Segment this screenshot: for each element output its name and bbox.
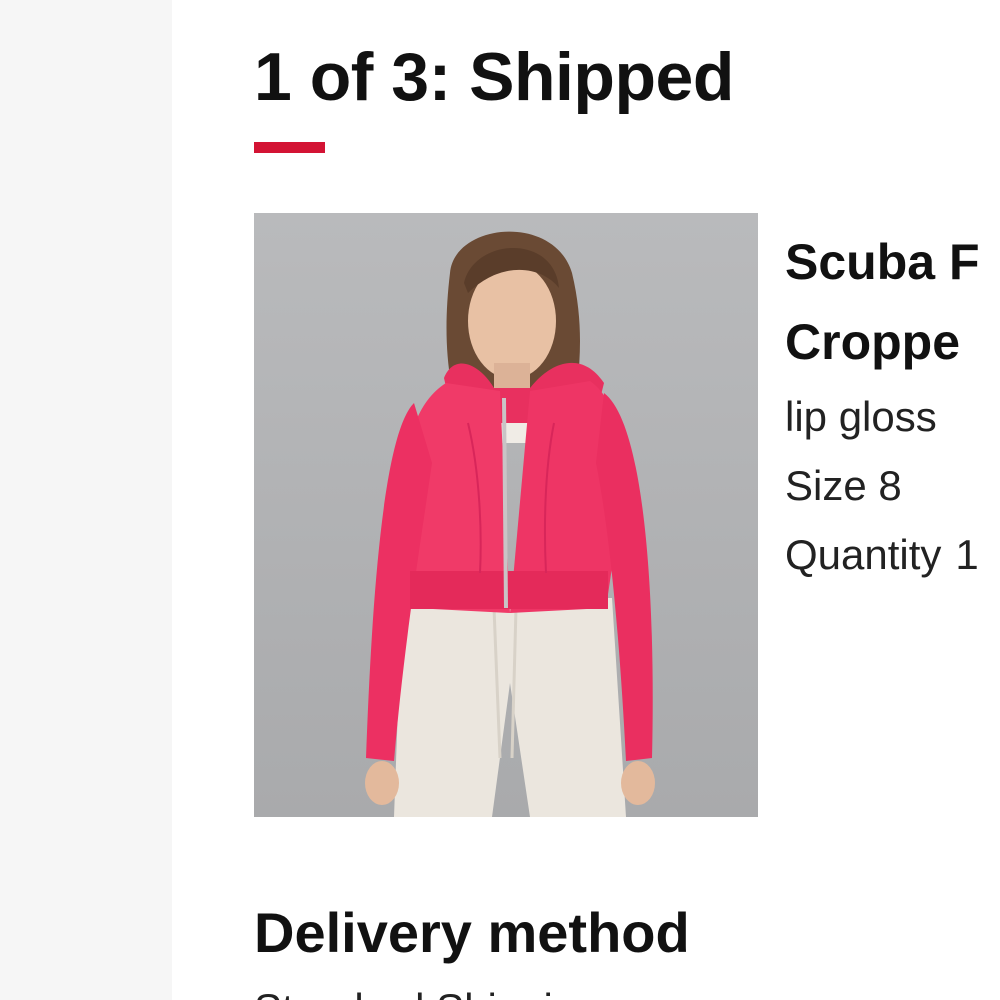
- product-size: Size 8: [785, 462, 902, 509]
- title-accent-rule: [254, 142, 325, 153]
- product-image[interactable]: [254, 213, 758, 817]
- delivery-method-heading: Delivery method: [254, 901, 690, 964]
- product-quantity: Quantity 1: [785, 520, 1000, 589]
- product-info: Scuba F Croppe lip gloss Size 8 Quantity…: [785, 222, 1000, 589]
- left-gutter: [0, 0, 172, 1000]
- order-shipment-panel: 1 of 3: Shipped Scuba F Croppe lip gloss…: [172, 0, 1000, 1000]
- quantity-label: Quantity: [785, 531, 942, 578]
- product-name-line-1: Scuba F: [785, 234, 980, 290]
- product-name[interactable]: Scuba F Croppe: [785, 222, 1000, 382]
- delivery-method-value: Standard Shipping: [254, 985, 600, 1000]
- product-color: lip gloss: [785, 393, 937, 440]
- product-photo-icon: [254, 213, 758, 817]
- product-name-line-2: Croppe: [785, 314, 960, 370]
- shipment-status-title: 1 of 3: Shipped: [254, 39, 734, 115]
- quantity-value: 1: [955, 531, 979, 578]
